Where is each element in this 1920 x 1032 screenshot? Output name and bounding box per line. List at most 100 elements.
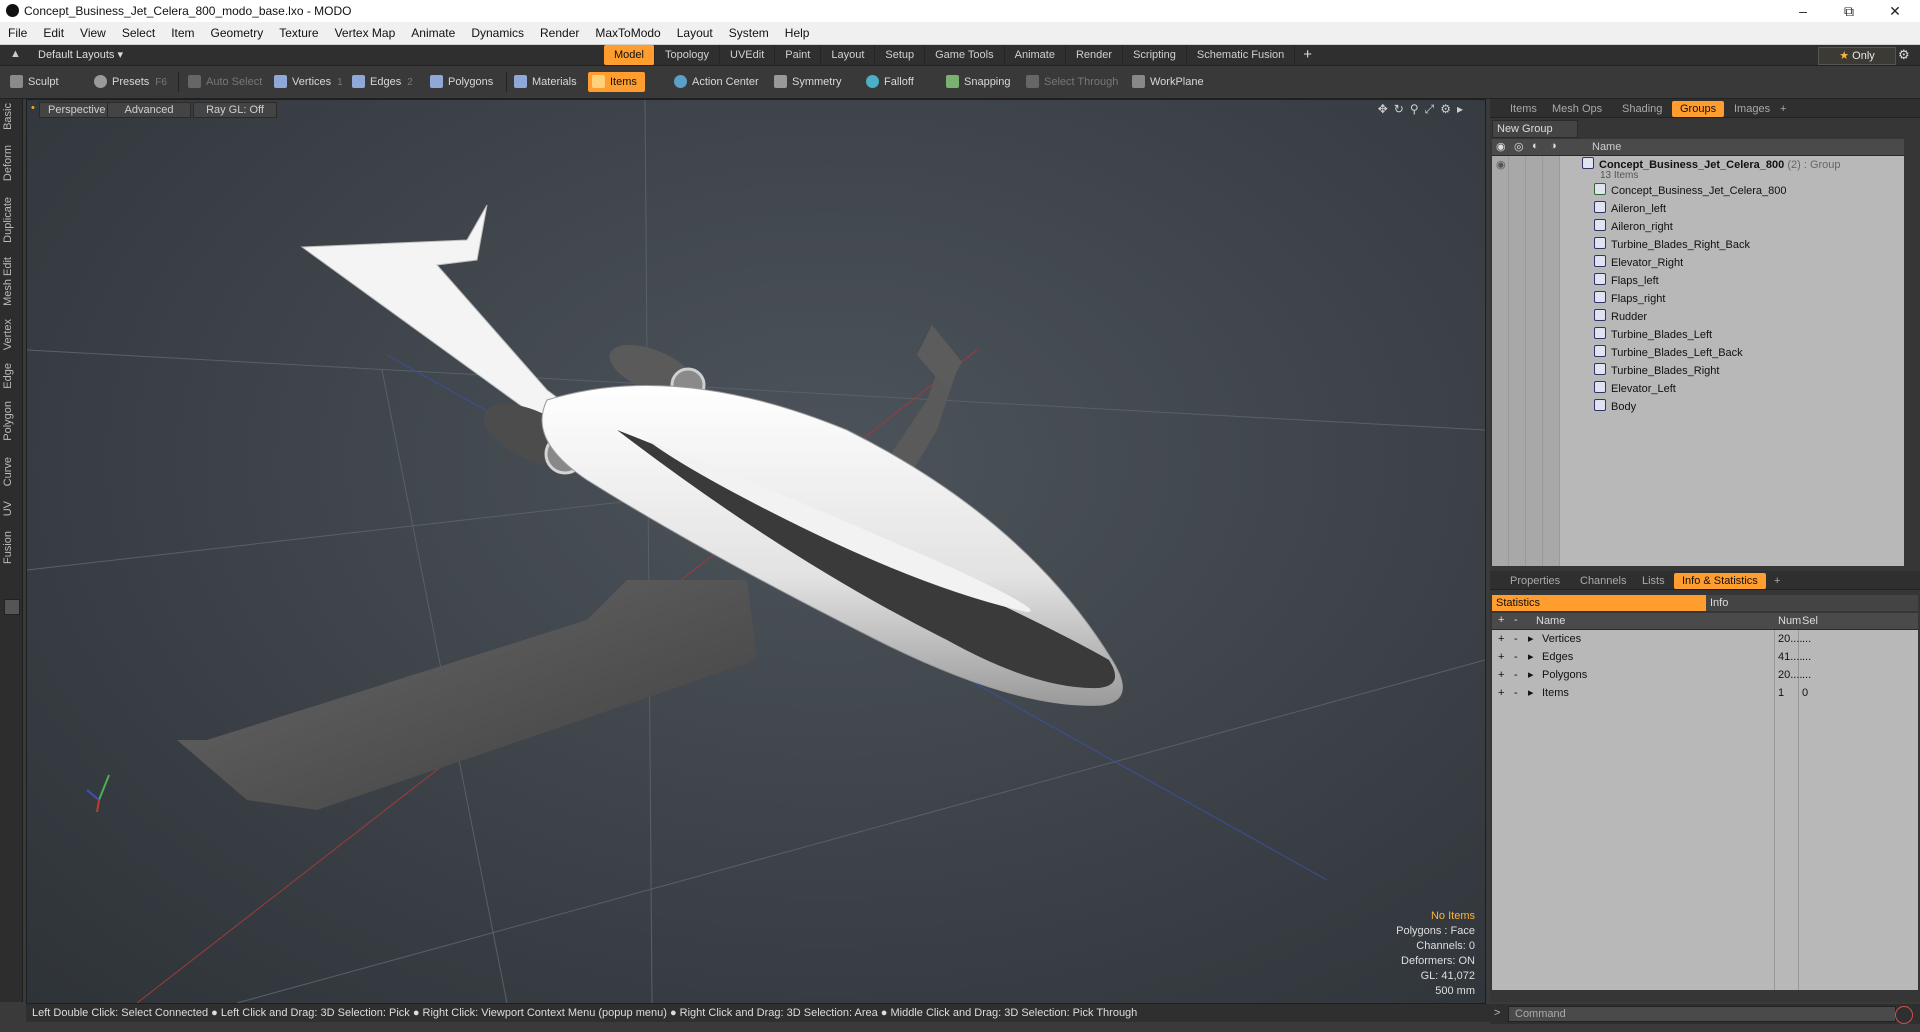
vtab-polygon[interactable]: Polygon <box>2 401 20 441</box>
menu-render[interactable]: Render <box>532 22 587 44</box>
menu-help[interactable]: Help <box>777 22 818 44</box>
row-collapse-icon[interactable]: - <box>1514 630 1518 648</box>
list-item[interactable]: Aileron_left <box>1594 200 1666 218</box>
workplane-button[interactable]: WorkPlane <box>1128 72 1204 92</box>
symmetry-button[interactable]: Symmetry <box>770 72 842 92</box>
vtab-uv[interactable]: UV <box>2 501 20 516</box>
menu-vertex-map[interactable]: Vertex Map <box>327 22 404 44</box>
sculpt-button[interactable]: Sculpt <box>6 72 59 92</box>
tab-info[interactable]: Info <box>1706 595 1918 611</box>
list-item[interactable]: Flaps_right <box>1594 290 1665 308</box>
menu-file[interactable]: File <box>0 22 35 44</box>
vtab-fusion[interactable]: Fusion <box>2 531 20 564</box>
menu-item[interactable]: Item <box>163 22 202 44</box>
list-item[interactable]: Turbine_Blades_Left_Back <box>1594 344 1743 362</box>
snapping-button[interactable]: Snapping <box>942 72 1011 92</box>
tab-mesh-ops[interactable]: Mesh Ops <box>1544 101 1610 117</box>
vtab-deform[interactable]: Deform <box>2 145 20 181</box>
row-collapse-icon[interactable]: - <box>1514 666 1518 684</box>
panel-toggle-button[interactable] <box>4 599 20 615</box>
tab-model[interactable]: Model <box>604 45 655 65</box>
list-item[interactable]: Aileron_right <box>1594 218 1673 236</box>
falloff-button[interactable]: Falloff <box>862 72 914 92</box>
row-arrow-icon[interactable]: ▸ <box>1528 630 1534 648</box>
list-item[interactable]: Body <box>1594 398 1636 416</box>
list-item[interactable]: Flaps_left <box>1594 272 1659 290</box>
new-group-button[interactable]: New Group <box>1492 120 1578 138</box>
add-panel-tab-icon[interactable]: + <box>1772 101 1794 117</box>
row-expand-icon[interactable]: + <box>1498 648 1504 666</box>
menu-view[interactable]: View <box>72 22 114 44</box>
row-collapse-icon[interactable]: - <box>1514 684 1518 702</box>
tab-statistics[interactable]: Statistics <box>1492 595 1706 611</box>
row-arrow-icon[interactable]: ▸ <box>1528 684 1534 702</box>
vtab-curve[interactable]: Curve <box>2 457 20 486</box>
row-expand-icon[interactable]: + <box>1498 684 1504 702</box>
menu-geometry[interactable]: Geometry <box>203 22 272 44</box>
close-icon[interactable]: ✕ <box>1872 0 1918 22</box>
row-expand-icon[interactable]: + <box>1498 666 1504 684</box>
edges-button[interactable]: Edges 2 <box>348 72 413 92</box>
list-item[interactable]: Turbine_Blades_Right_Back <box>1594 236 1750 254</box>
table-row[interactable]: + - ▸ Items 1 0 <box>1492 684 1918 702</box>
presets-button[interactable]: Presets F6 <box>90 72 167 92</box>
materials-button[interactable]: Materials <box>510 72 577 92</box>
tab-items[interactable]: Items <box>1502 101 1545 117</box>
tab-channels[interactable]: Channels <box>1572 573 1634 589</box>
tab-render[interactable]: Render <box>1066 45 1124 65</box>
vtab-mesh-edit[interactable]: Mesh Edit <box>2 257 20 306</box>
row-arrow-icon[interactable]: ▸ <box>1528 648 1534 666</box>
polygons-button[interactable]: Polygons <box>426 72 493 92</box>
tab-properties[interactable]: Properties <box>1502 573 1568 589</box>
expand-all-icon[interactable]: + <box>1498 614 1504 626</box>
tab-info-statistics[interactable]: Info & Statistics <box>1674 573 1766 589</box>
action-center-button[interactable]: Action Center <box>670 72 759 92</box>
tab-game-tools[interactable]: Game Tools <box>925 45 1005 65</box>
vtab-basic[interactable]: Basic <box>2 103 20 130</box>
tab-schematic-fusion[interactable]: Schematic Fusion <box>1187 45 1296 65</box>
vtab-duplicate[interactable]: Duplicate <box>2 197 20 243</box>
viewport-nav-icons[interactable]: ✥↻⚲⤢⚙▸ <box>1378 102 1469 117</box>
menu-select[interactable]: Select <box>114 22 163 44</box>
row-collapse-icon[interactable]: - <box>1514 648 1518 666</box>
gear-icon[interactable]: ⚙ <box>1898 47 1910 63</box>
menu-animate[interactable]: Animate <box>403 22 463 44</box>
tab-animate[interactable]: Animate <box>1005 45 1066 65</box>
select-through-button[interactable]: Select Through <box>1022 72 1118 92</box>
tab-groups[interactable]: Groups <box>1672 101 1725 117</box>
collapse-all-icon[interactable]: - <box>1514 614 1518 626</box>
raygl-button[interactable]: Ray GL: Off <box>193 102 277 118</box>
tab-topology[interactable]: Topology <box>655 45 721 65</box>
perspective-button[interactable]: Perspective <box>39 102 115 118</box>
menu-dynamics[interactable]: Dynamics <box>463 22 532 44</box>
default-layouts-dropdown[interactable]: Default Layouts ▾ <box>38 48 123 61</box>
menu-layout[interactable]: Layout <box>669 22 721 44</box>
row-arrow-icon[interactable]: ▸ <box>1528 666 1534 684</box>
tab-images[interactable]: Images <box>1726 101 1778 117</box>
layout-arrow-icon[interactable]: ▲ <box>10 48 21 60</box>
only-toggle[interactable]: ★ Only <box>1818 47 1896 65</box>
vtab-edge[interactable]: Edge <box>2 363 20 389</box>
auto-select-button[interactable]: Auto Select <box>184 72 262 92</box>
vtab-vertex[interactable]: Vertex <box>2 319 20 350</box>
command-history-button[interactable] <box>1895 1006 1913 1024</box>
list-item[interactable]: Concept_Business_Jet_Celera_800 <box>1594 182 1787 200</box>
tab-uvedit[interactable]: UVEdit <box>720 45 776 65</box>
command-input[interactable]: Command <box>1508 1006 1896 1022</box>
table-row[interactable]: + - ▸ Edges 41.... ... <box>1492 648 1918 666</box>
add-bottom-tab-icon[interactable]: + <box>1766 573 1788 589</box>
table-row[interactable]: + - ▸ Polygons 20.... ... <box>1492 666 1918 684</box>
items-button[interactable]: Items <box>588 72 645 92</box>
3d-viewport[interactable]: • Perspective Advanced Ray GL: Off ✥↻⚲⤢⚙… <box>26 99 1486 1004</box>
list-item[interactable]: Elevator_Right <box>1594 254 1683 272</box>
menu-system[interactable]: System <box>721 22 777 44</box>
menu-texture[interactable]: Texture <box>271 22 326 44</box>
vertices-button[interactable]: Vertices 1 <box>270 72 343 92</box>
row-expand-icon[interactable]: + <box>1498 630 1504 648</box>
maximize-icon[interactable]: ⧉ <box>1826 0 1872 22</box>
list-item[interactable]: Elevator_Left <box>1594 380 1676 398</box>
advanced-button[interactable]: Advanced <box>107 102 191 118</box>
list-item[interactable]: Turbine_Blades_Right <box>1594 362 1719 380</box>
list-item[interactable]: Rudder <box>1594 308 1647 326</box>
viewport-menu-icon[interactable]: • <box>31 102 35 114</box>
